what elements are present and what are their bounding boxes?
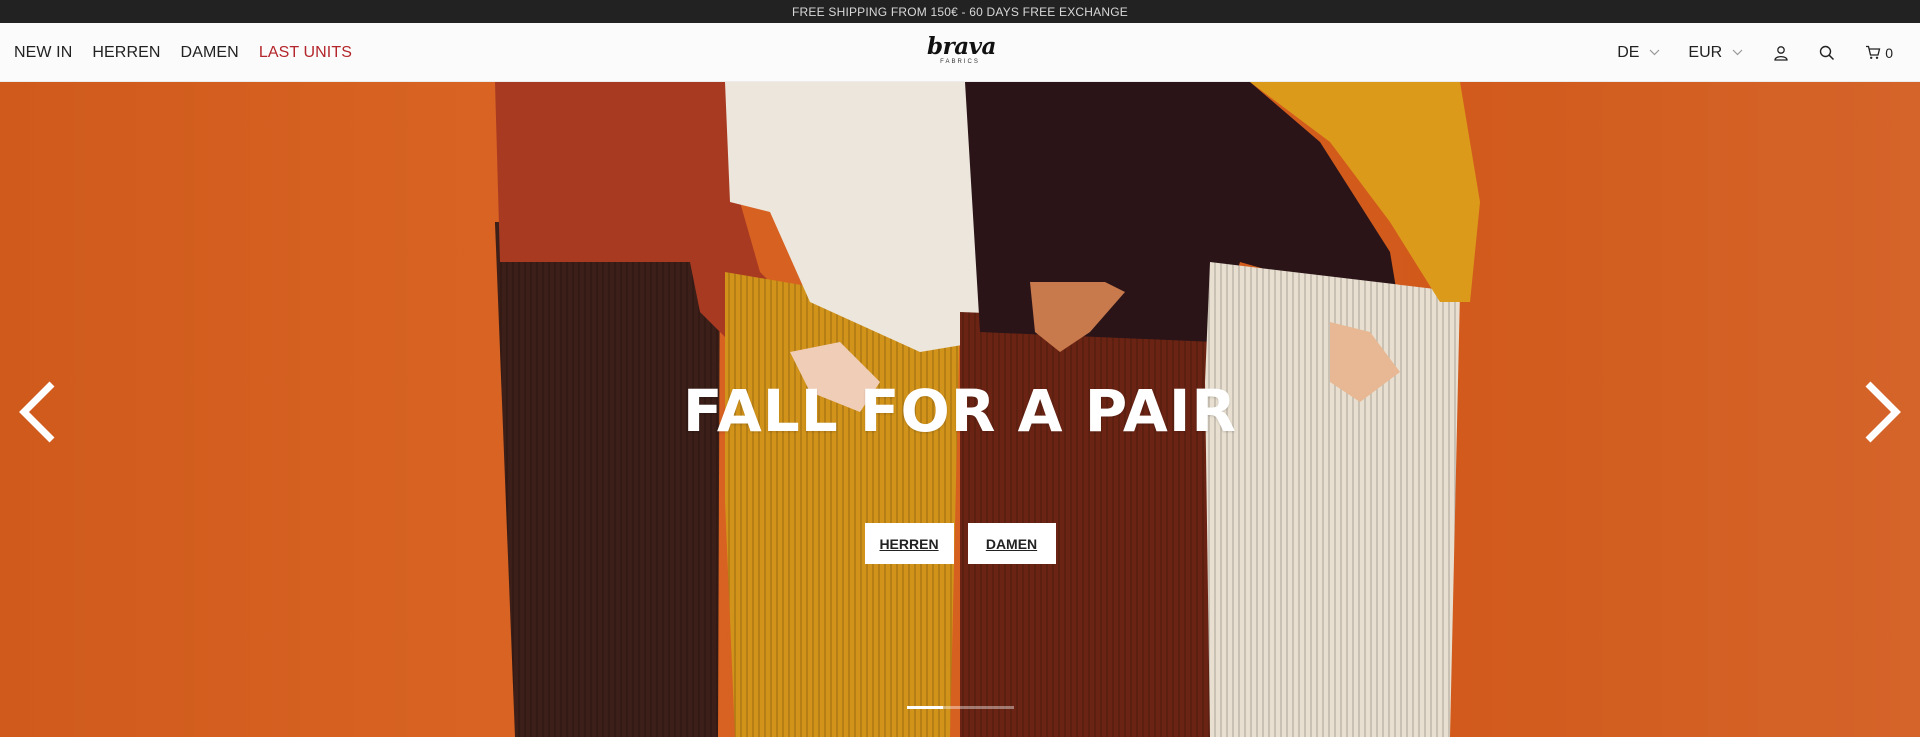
brand-logo[interactable]: brava FABRICS: [927, 33, 996, 66]
cart-button[interactable]: 0: [1865, 45, 1893, 61]
search-icon: [1820, 45, 1835, 60]
language-value: DE: [1617, 43, 1640, 61]
nav-item-herren[interactable]: HERREN: [92, 44, 160, 62]
cart-icon: [1866, 45, 1881, 59]
nav-item-last-units[interactable]: LAST UNITS: [259, 44, 352, 62]
hero-title: FALL FOR A PAIR: [682, 377, 1238, 445]
hero-buttons: HERREN DAMEN: [0, 523, 1920, 564]
cart-count: 0: [1885, 44, 1893, 61]
hero-damen-button[interactable]: DAMEN: [967, 523, 1056, 564]
previous-slide-arrow-icon[interactable]: [16, 380, 60, 444]
nav-item-new-in[interactable]: NEW IN: [14, 44, 72, 62]
currency-selector[interactable]: EUR: [1688, 44, 1743, 62]
account-icon: [1774, 45, 1788, 61]
search-button[interactable]: [1819, 45, 1835, 61]
slide-dot[interactable]: [907, 706, 943, 709]
chevron-down-icon: [1649, 49, 1660, 56]
main-nav: NEW IN HERREN DAMEN LAST UNITS: [14, 23, 372, 82]
hero-herren-button[interactable]: HERREN: [864, 523, 954, 564]
site-header: NEW IN HERREN DAMEN LAST UNITS brava FAB…: [0, 23, 1920, 82]
slide-dot[interactable]: [978, 706, 1015, 709]
next-slide-arrow-icon[interactable]: [1860, 380, 1904, 444]
page-below-hero: [0, 737, 1920, 745]
nav-item-damen[interactable]: DAMEN: [181, 44, 239, 62]
announcement-bar: FREE SHIPPING FROM 150€ - 60 DAYS FREE E…: [0, 0, 1920, 23]
logo-wordmark: brava: [927, 33, 996, 60]
account-button[interactable]: [1773, 45, 1789, 61]
slide-dot[interactable]: [942, 706, 979, 709]
language-selector[interactable]: DE: [1617, 44, 1660, 62]
header-actions: DE EUR 0: [1589, 23, 1893, 82]
slide-indicator: [907, 706, 1015, 710]
announcement-text: FREE SHIPPING FROM 150€ - 60 DAYS FREE E…: [792, 4, 1128, 19]
chevron-down-icon: [1732, 49, 1743, 56]
currency-value: EUR: [1688, 43, 1723, 61]
hero-slider: FALL FOR A PAIR HERREN DAMEN: [0, 82, 1920, 737]
